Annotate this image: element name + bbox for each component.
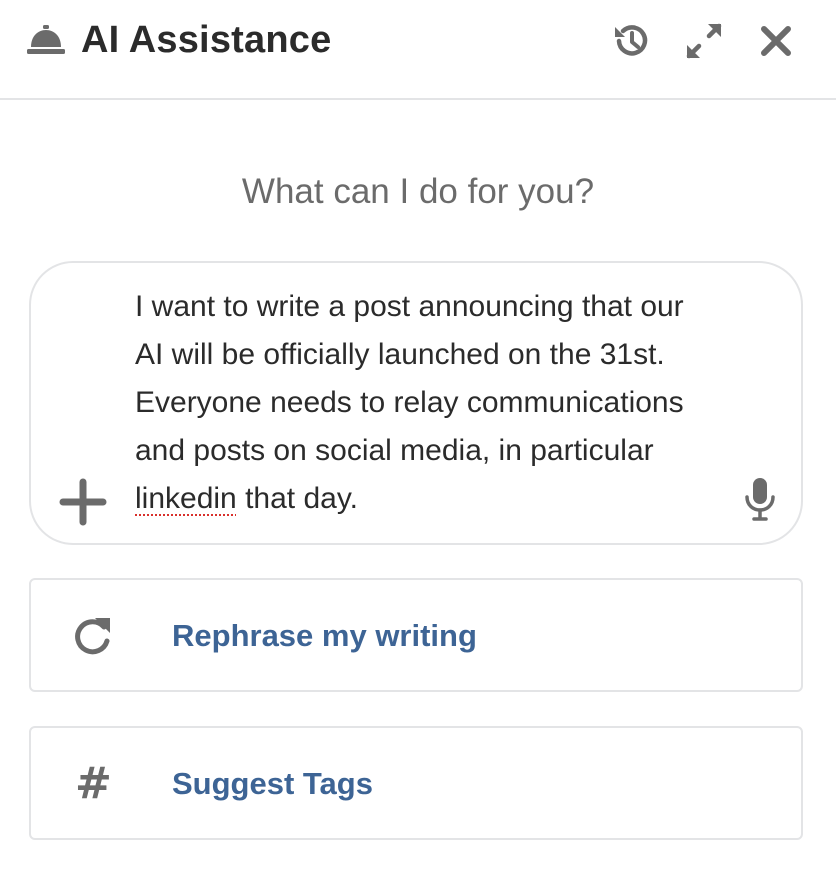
rephrase-writing-label: Rephrase my writing: [172, 618, 477, 653]
misspelled-word: linkedin: [135, 482, 237, 515]
assistant-prompt: What can I do for you?: [241, 172, 595, 211]
suggest-tags-label: Suggest Tags: [172, 766, 373, 801]
panel-title: AI Assistance: [81, 19, 332, 61]
expand-icon: [683, 20, 725, 62]
close-icon: [755, 20, 797, 62]
close-button[interactable]: [755, 20, 797, 62]
history-button[interactable]: [610, 20, 652, 62]
microphone-icon: [743, 478, 777, 525]
panel-header: AI Assistance: [0, 0, 836, 100]
message-text: I want to write a post announcing that o…: [135, 290, 684, 467]
message-input-text[interactable]: I want to write a post announcing that o…: [135, 283, 735, 523]
add-attachment-button[interactable]: [59, 478, 107, 526]
message-input[interactable]: I want to write a post announcing that o…: [29, 261, 803, 545]
rephrase-writing-button[interactable]: Rephrase my writing: [29, 578, 803, 692]
history-icon: [610, 20, 652, 62]
plus-icon: [59, 478, 107, 530]
expand-button[interactable]: [683, 20, 725, 62]
refresh-icon: [69, 614, 115, 660]
suggest-tags-button[interactable]: # Suggest Tags: [29, 726, 803, 840]
bell-icon: [26, 24, 66, 56]
hash-icon: #: [75, 758, 112, 809]
message-text-end: that day.: [236, 482, 358, 515]
voice-input-button[interactable]: [743, 477, 777, 521]
